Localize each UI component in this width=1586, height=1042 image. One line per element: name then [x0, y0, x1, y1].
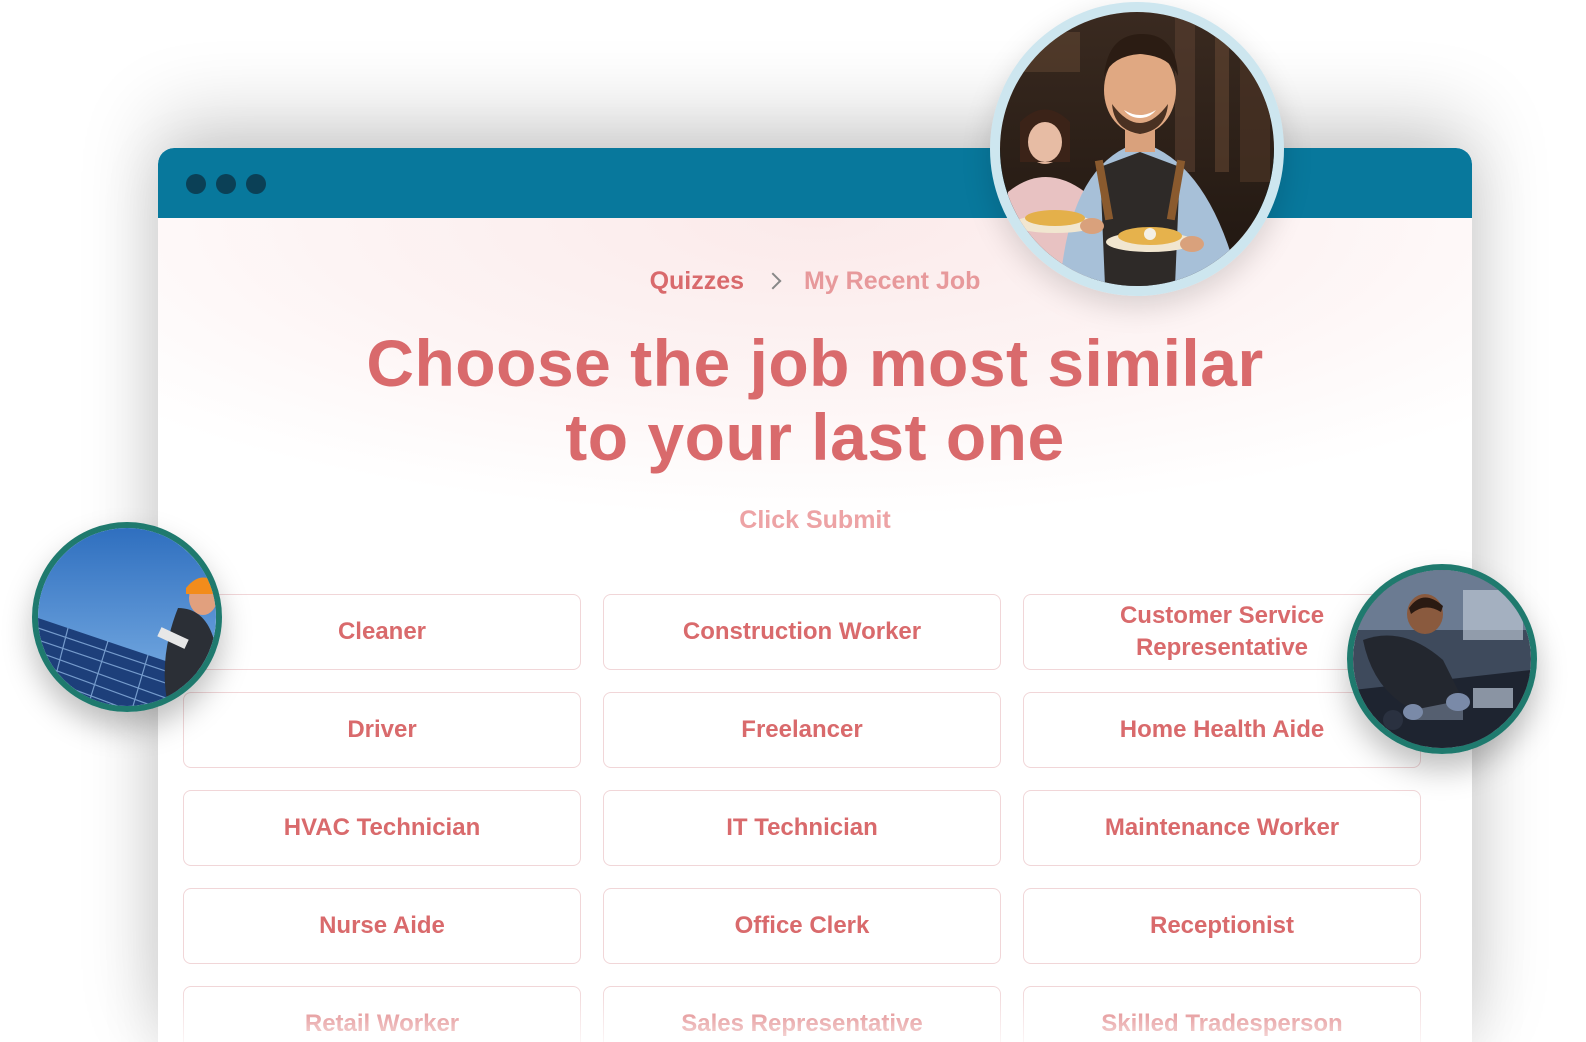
- window-dot-maximize[interactable]: [246, 174, 266, 194]
- window-dot-minimize[interactable]: [216, 174, 236, 194]
- page-title: Choose the job most similar to your last…: [198, 326, 1432, 474]
- breadcrumb-quizzes-link[interactable]: Quizzes: [650, 267, 744, 295]
- solar-installer-photo: [32, 522, 222, 712]
- option-receptionist[interactable]: Receptionist: [1023, 888, 1421, 964]
- browser-window: Quizzes My Recent Job Choose the job mos…: [158, 148, 1472, 1042]
- instruction-text: Click Submit: [739, 506, 891, 534]
- window-dot-close[interactable]: [186, 174, 206, 194]
- option-skilled-tradesperson[interactable]: Skilled Tradesperson: [1023, 986, 1421, 1042]
- page-title-line-2: to your last one: [565, 400, 1065, 474]
- waiter-photo: [990, 2, 1284, 296]
- option-sales-representative[interactable]: Sales Representative: [603, 986, 1001, 1042]
- chevron-right-icon: [764, 272, 782, 290]
- option-driver[interactable]: Driver: [183, 692, 581, 768]
- job-options-grid: Cleaner Construction Worker Customer Ser…: [183, 594, 1423, 1042]
- breadcrumb: Quizzes My Recent Job: [158, 266, 1472, 296]
- option-hvac-technician[interactable]: HVAC Technician: [183, 790, 581, 866]
- option-retail-worker[interactable]: Retail Worker: [183, 986, 581, 1042]
- window-controls: [186, 174, 266, 194]
- quiz-content: Quizzes My Recent Job Choose the job mos…: [158, 218, 1472, 1042]
- option-cleaner[interactable]: Cleaner: [183, 594, 581, 670]
- option-office-clerk[interactable]: Office Clerk: [603, 888, 1001, 964]
- mechanic-photo: [1347, 564, 1537, 754]
- page: Quizzes My Recent Job Choose the job mos…: [0, 0, 1586, 1042]
- option-freelancer[interactable]: Freelancer: [603, 692, 1001, 768]
- option-maintenance-worker[interactable]: Maintenance Worker: [1023, 790, 1421, 866]
- option-construction-worker[interactable]: Construction Worker: [603, 594, 1001, 670]
- breadcrumb-current: My Recent Job: [803, 266, 981, 295]
- option-it-technician[interactable]: IT Technician: [603, 790, 1001, 866]
- option-nurse-aide[interactable]: Nurse Aide: [183, 888, 581, 964]
- page-title-line-1: Choose the job most similar: [366, 326, 1264, 400]
